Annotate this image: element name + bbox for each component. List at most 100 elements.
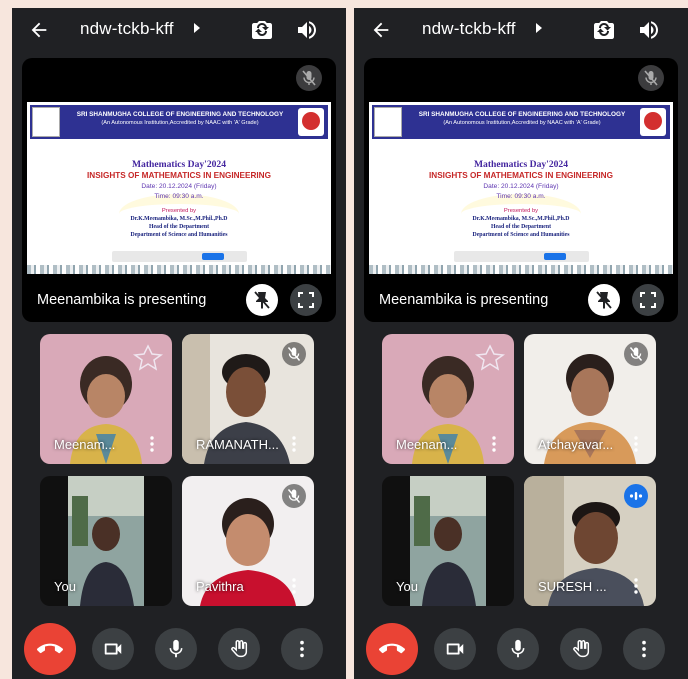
- event-title: Mathematics Day'2024: [131, 159, 227, 170]
- top-bar: ndw-tckb-kff: [354, 8, 688, 52]
- top-bar: ndw-tckb-kff: [12, 8, 346, 52]
- presentation-tile[interactable]: SRI SHANMUGHA COLLEGE OF ENGINEERING AND…: [22, 58, 336, 322]
- end-call-button[interactable]: [366, 623, 418, 675]
- slide-footer-skyline: [27, 265, 331, 274]
- more-options-button[interactable]: [623, 628, 665, 670]
- camera-toggle-button[interactable]: [92, 628, 134, 670]
- more-vert-icon[interactable]: [630, 577, 642, 595]
- participant-name: SURESH ...: [538, 579, 607, 594]
- meeting-code[interactable]: ndw-tckb-kff: [422, 19, 516, 39]
- participant-name: Atchayavar...: [538, 437, 614, 452]
- more-vert-icon: [642, 640, 646, 658]
- call-end-icon: [379, 643, 405, 654]
- participant-tile[interactable]: SURESH ...: [524, 476, 656, 606]
- call-controls: [12, 622, 346, 675]
- speaking-indicator-icon: [624, 484, 648, 508]
- presenting-status: Meenambika is presenting: [37, 292, 207, 308]
- mic-off-icon: [624, 342, 648, 366]
- arrow-back-icon[interactable]: [28, 19, 50, 41]
- participant-tile[interactable]: You: [382, 476, 514, 606]
- mic-off-icon: [638, 65, 664, 91]
- slide-footer-skyline: [369, 265, 673, 274]
- volume-icon[interactable]: [637, 18, 661, 42]
- more-vert-icon[interactable]: [630, 435, 642, 453]
- video-camera-icon: [104, 643, 122, 655]
- more-vert-icon[interactable]: [488, 435, 500, 453]
- participant-name: Meenam...: [396, 437, 458, 452]
- call-controls: [354, 622, 688, 675]
- raise-hand-icon: [573, 640, 590, 658]
- participant-tile[interactable]: Pavithra: [182, 476, 314, 606]
- presenter-role: Head of the Department: [490, 224, 552, 230]
- raise-hand-icon: [231, 640, 248, 658]
- event-date: Date: 20.12.2024 (Friday): [141, 183, 217, 190]
- presented-by-label: Presented by: [503, 208, 539, 214]
- more-vert-icon[interactable]: [288, 577, 300, 595]
- unpin-button[interactable]: [246, 284, 278, 316]
- unpin-icon: [254, 291, 270, 309]
- mic-off-icon: [282, 484, 306, 508]
- participant-tile[interactable]: Atchayavar...: [524, 334, 656, 464]
- event-topic: INSIGHTS OF MATHEMATICS IN ENGINEERING: [87, 171, 271, 180]
- event-date: Date: 20.12.2024 (Friday): [483, 183, 559, 190]
- event-time: Time: 09:30 a.m.: [496, 193, 546, 200]
- presenter-department: Department of Science and Humanities: [130, 232, 228, 238]
- college-name: SRI SHANMUGHA COLLEGE OF ENGINEERING AND…: [418, 111, 626, 118]
- camera-switch-icon[interactable]: [592, 18, 616, 42]
- microphone-toggle-button[interactable]: [497, 628, 539, 670]
- participant-tile[interactable]: RAMANATH...: [182, 334, 314, 464]
- meet-screen-right: ndw-tckb-kff SRI SHANMUGHA COLLEGE OF EN…: [354, 8, 688, 679]
- participant-name: You: [54, 579, 76, 594]
- unpin-button[interactable]: [588, 284, 620, 316]
- meeting-code[interactable]: ndw-tckb-kff: [80, 19, 174, 39]
- raise-hand-button[interactable]: [560, 628, 602, 670]
- presenter-name: Dr.K.Meenambika, M.Sc.,M.Phil.,Ph.D: [472, 216, 570, 222]
- participant-name: Pavithra: [196, 579, 244, 594]
- unpin-icon: [596, 291, 612, 309]
- more-vert-icon: [300, 640, 304, 658]
- volume-icon[interactable]: [295, 18, 319, 42]
- fullscreen-button[interactable]: [290, 284, 322, 316]
- shared-slide: SRI SHANMUGHA COLLEGE OF ENGINEERING AND…: [27, 102, 331, 274]
- college-accreditation: (An Autonomous Institution,Accredited by…: [101, 120, 259, 126]
- caret-right-icon[interactable]: [194, 23, 200, 33]
- call-end-icon: [37, 643, 63, 654]
- college-logo: [32, 107, 60, 137]
- college-accreditation: (An Autonomous Institution,Accredited by…: [443, 120, 601, 126]
- participant-tile[interactable]: You: [40, 476, 172, 606]
- more-options-button[interactable]: [281, 628, 323, 670]
- accreditation-logo: [640, 108, 666, 136]
- more-vert-icon[interactable]: [288, 435, 300, 453]
- microphone-toggle-button[interactable]: [155, 628, 197, 670]
- camera-toggle-button[interactable]: [434, 628, 476, 670]
- college-banner: SRI SHANMUGHA COLLEGE OF ENGINEERING AND…: [30, 105, 328, 139]
- meet-screen-left: ndw-tckb-kff SRI SHANMUGHA COLLEGE OF EN…: [12, 8, 346, 679]
- caret-right-icon[interactable]: [536, 23, 542, 33]
- participant-tile[interactable]: Meenam...: [40, 334, 172, 464]
- presenter-name: Dr.K.Meenambika, M.Sc.,M.Phil.,Ph.D: [130, 216, 228, 222]
- fullscreen-button[interactable]: [632, 284, 664, 316]
- raise-hand-button[interactable]: [218, 628, 260, 670]
- mic-off-icon: [282, 342, 306, 366]
- presented-by-label: Presented by: [161, 208, 197, 214]
- college-name: SRI SHANMUGHA COLLEGE OF ENGINEERING AND…: [76, 111, 284, 118]
- event-title: Mathematics Day'2024: [473, 159, 569, 170]
- event-time: Time: 09:30 a.m.: [154, 193, 204, 200]
- arrow-back-icon[interactable]: [370, 19, 392, 41]
- college-banner: SRI SHANMUGHA COLLEGE OF ENGINEERING AND…: [372, 105, 670, 139]
- presenter-department: Department of Science and Humanities: [472, 232, 570, 238]
- presenting-status: Meenambika is presenting: [379, 292, 549, 308]
- mic-off-icon: [296, 65, 322, 91]
- microphone-icon: [169, 639, 183, 658]
- camera-switch-icon[interactable]: [250, 18, 274, 42]
- participant-tile[interactable]: Meenam...: [382, 334, 514, 464]
- fullscreen-icon: [298, 292, 314, 308]
- participant-name: You: [396, 579, 418, 594]
- microphone-icon: [511, 639, 525, 658]
- fullscreen-icon: [640, 292, 656, 308]
- college-logo: [374, 107, 402, 137]
- more-vert-icon[interactable]: [146, 435, 158, 453]
- presentation-tile[interactable]: SRI SHANMUGHA COLLEGE OF ENGINEERING AND…: [364, 58, 678, 322]
- event-topic: INSIGHTS OF MATHEMATICS IN ENGINEERING: [429, 171, 613, 180]
- end-call-button[interactable]: [24, 623, 76, 675]
